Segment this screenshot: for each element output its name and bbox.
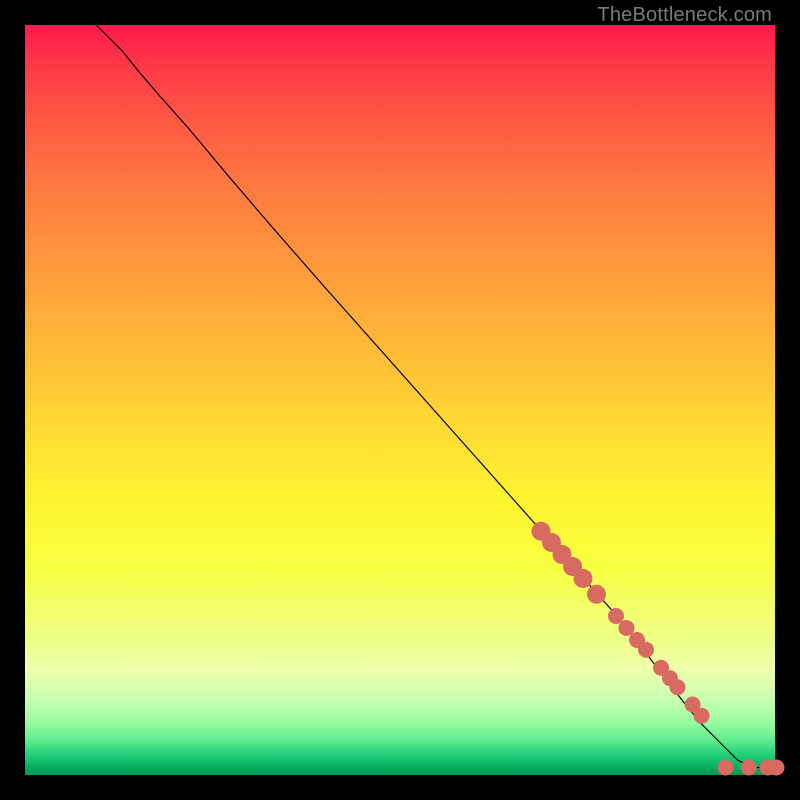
data-point (574, 569, 593, 588)
data-point (694, 708, 710, 724)
data-point (638, 642, 654, 658)
data-point (741, 760, 757, 776)
data-point (608, 608, 624, 624)
data-point (670, 679, 686, 695)
data-point (587, 585, 606, 604)
scatter-markers (532, 522, 785, 776)
main-curve (96, 25, 775, 768)
data-point (769, 760, 785, 776)
watermark-label: TheBottleneck.com (597, 4, 772, 27)
data-point (619, 620, 635, 636)
data-point (718, 760, 734, 776)
chart-overlay (25, 25, 775, 775)
plot-area (25, 25, 775, 775)
chart-frame: TheBottleneck.com (0, 0, 800, 800)
